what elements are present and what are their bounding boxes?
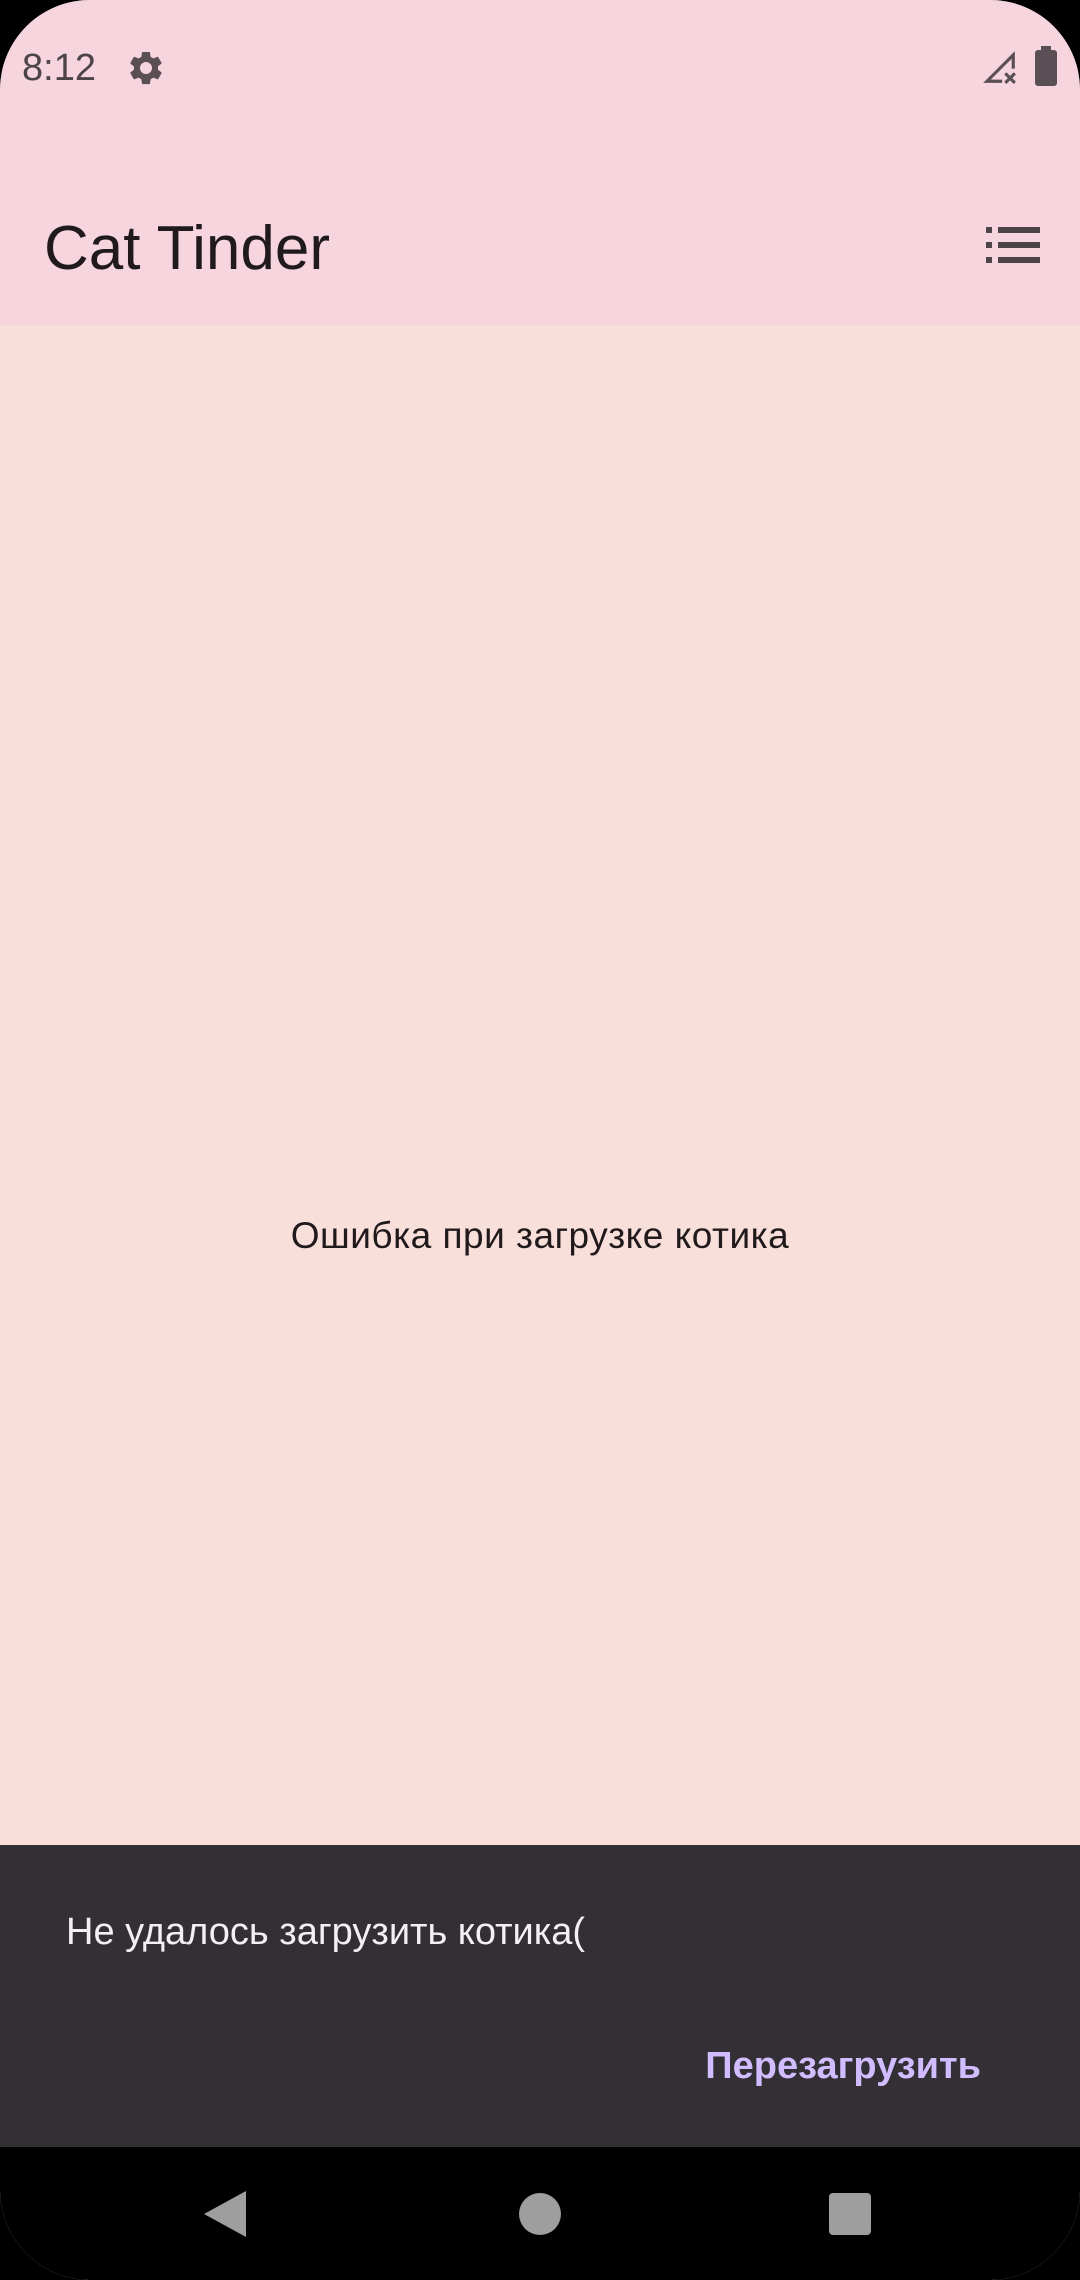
recents-square-icon[interactable] — [829, 2193, 871, 2235]
home-circle-icon[interactable] — [519, 2193, 561, 2235]
status-bar: 8:12 — [0, 0, 1080, 135]
signal-no-service-icon — [983, 51, 1016, 84]
back-triangle-icon[interactable] — [204, 2191, 246, 2237]
navigation-bar — [0, 2147, 1080, 2280]
snackbar-message: Не удалось загрузить котика( — [66, 1911, 586, 1953]
status-time: 8:12 — [22, 47, 96, 89]
battery-icon — [1035, 46, 1057, 86]
top-app-bar: Cat Tinder — [0, 135, 1080, 325]
reload-button[interactable]: Перезагрузить — [705, 2041, 981, 2091]
app-title: Cat Tinder — [44, 214, 331, 283]
list-icon[interactable] — [986, 223, 1040, 267]
phone-screen: 8:12 Cat Tinder Ошибка при загрузке коти… — [0, 0, 1080, 2280]
error-message: Ошибка при загрузке котика — [290, 1215, 790, 1256]
main-content: Ошибка при загрузке котика — [0, 325, 1080, 1845]
snackbar: Не удалось загрузить котика( Перезагрузи… — [0, 1845, 1080, 2147]
gear-icon — [130, 51, 162, 85]
